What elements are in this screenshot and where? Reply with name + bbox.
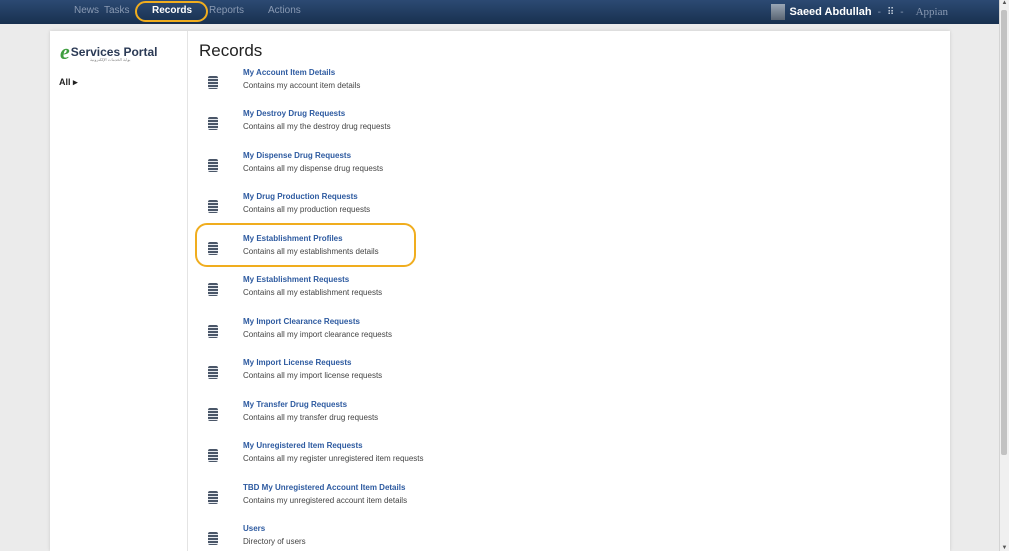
record-description: Contains all my transfer drug requests [243, 413, 379, 422]
record-title-link[interactable]: My Account Item Details [243, 68, 335, 77]
record-title-link[interactable]: My Drug Production Requests [243, 192, 358, 201]
record-type-icon [208, 283, 218, 296]
record-title-link[interactable]: My Establishment Requests [243, 275, 349, 284]
scrollbar[interactable]: ▲ ▼ [999, 0, 1009, 551]
nav-reports[interactable]: Reports [209, 5, 244, 16]
record-type-icon [208, 366, 218, 379]
grid-icon[interactable]: ⠿ [887, 7, 894, 18]
record-description: Contains my unregistered account item de… [243, 496, 408, 505]
record-description: Contains all my dispense drug requests [243, 164, 384, 173]
record-type-icon [208, 408, 218, 421]
nav-tasks[interactable]: Tasks [104, 5, 130, 16]
record-description: Directory of users [243, 537, 306, 546]
record-description: Contains all my establishment requests [243, 288, 383, 297]
separator: - [877, 6, 881, 18]
record-description: Contains my account item details [243, 81, 361, 90]
scroll-down-arrow-icon[interactable]: ▼ [1000, 545, 1009, 551]
record-title-link[interactable]: My Dispense Drug Requests [243, 151, 351, 160]
record-description: Contains all my production requests [243, 205, 371, 214]
record-type-icon [208, 532, 218, 545]
scroll-thumb[interactable] [1001, 10, 1007, 455]
record-title-link[interactable]: Users [243, 524, 265, 533]
record-title-link[interactable]: My Destroy Drug Requests [243, 109, 345, 118]
e-logo-icon: e [60, 39, 70, 64]
scroll-up-arrow-icon[interactable]: ▲ [1000, 0, 1009, 6]
user-menu[interactable]: Saeed Abdullah - ⠿ - Appian [771, 4, 948, 20]
record-title-link[interactable]: TBD My Unregistered Account Item Details [243, 483, 405, 492]
logo-subtext: بوابة الخدمات الإلكترونية [90, 57, 131, 62]
record-title-link[interactable]: My Import License Requests [243, 358, 351, 367]
separator: - [900, 6, 904, 18]
main-panel: e Services Portal بوابة الخدمات الإلكترو… [50, 31, 950, 551]
top-navigation-bar: News Tasks Records Reports Actions Saeed… [0, 0, 1000, 24]
services-portal-logo[interactable]: e Services Portal بوابة الخدمات الإلكترو… [60, 39, 157, 64]
filter-all[interactable]: All ▸ [59, 77, 78, 88]
record-title-link[interactable]: My Unregistered Item Requests [243, 441, 363, 450]
user-name[interactable]: Saeed Abdullah [789, 6, 871, 18]
nav-actions[interactable]: Actions [268, 5, 301, 16]
records-highlight-annotation [135, 1, 208, 22]
record-type-icon [208, 117, 218, 130]
establishment-profiles-highlight-annotation [195, 223, 416, 267]
record-type-icon [208, 200, 218, 213]
record-title-link[interactable]: My Transfer Drug Requests [243, 400, 347, 409]
record-type-icon [208, 159, 218, 172]
record-description: Contains all my register unregistered it… [243, 454, 424, 463]
nav-news[interactable]: News [74, 5, 99, 16]
record-type-icon [208, 491, 218, 504]
record-description: Contains all my the destroy drug request… [243, 122, 391, 131]
record-type-icon [208, 449, 218, 462]
appian-logo: Appian [915, 6, 948, 18]
record-description: Contains all my import license requests [243, 371, 383, 380]
sidebar: e Services Portal بوابة الخدمات الإلكترو… [50, 31, 188, 551]
user-avatar [771, 4, 786, 20]
record-title-link[interactable]: My Import Clearance Requests [243, 317, 360, 326]
record-description: Contains all my import clearance request… [243, 330, 392, 339]
page-title: Records [199, 41, 263, 60]
record-type-icon [208, 76, 218, 89]
record-type-icon [208, 325, 218, 338]
